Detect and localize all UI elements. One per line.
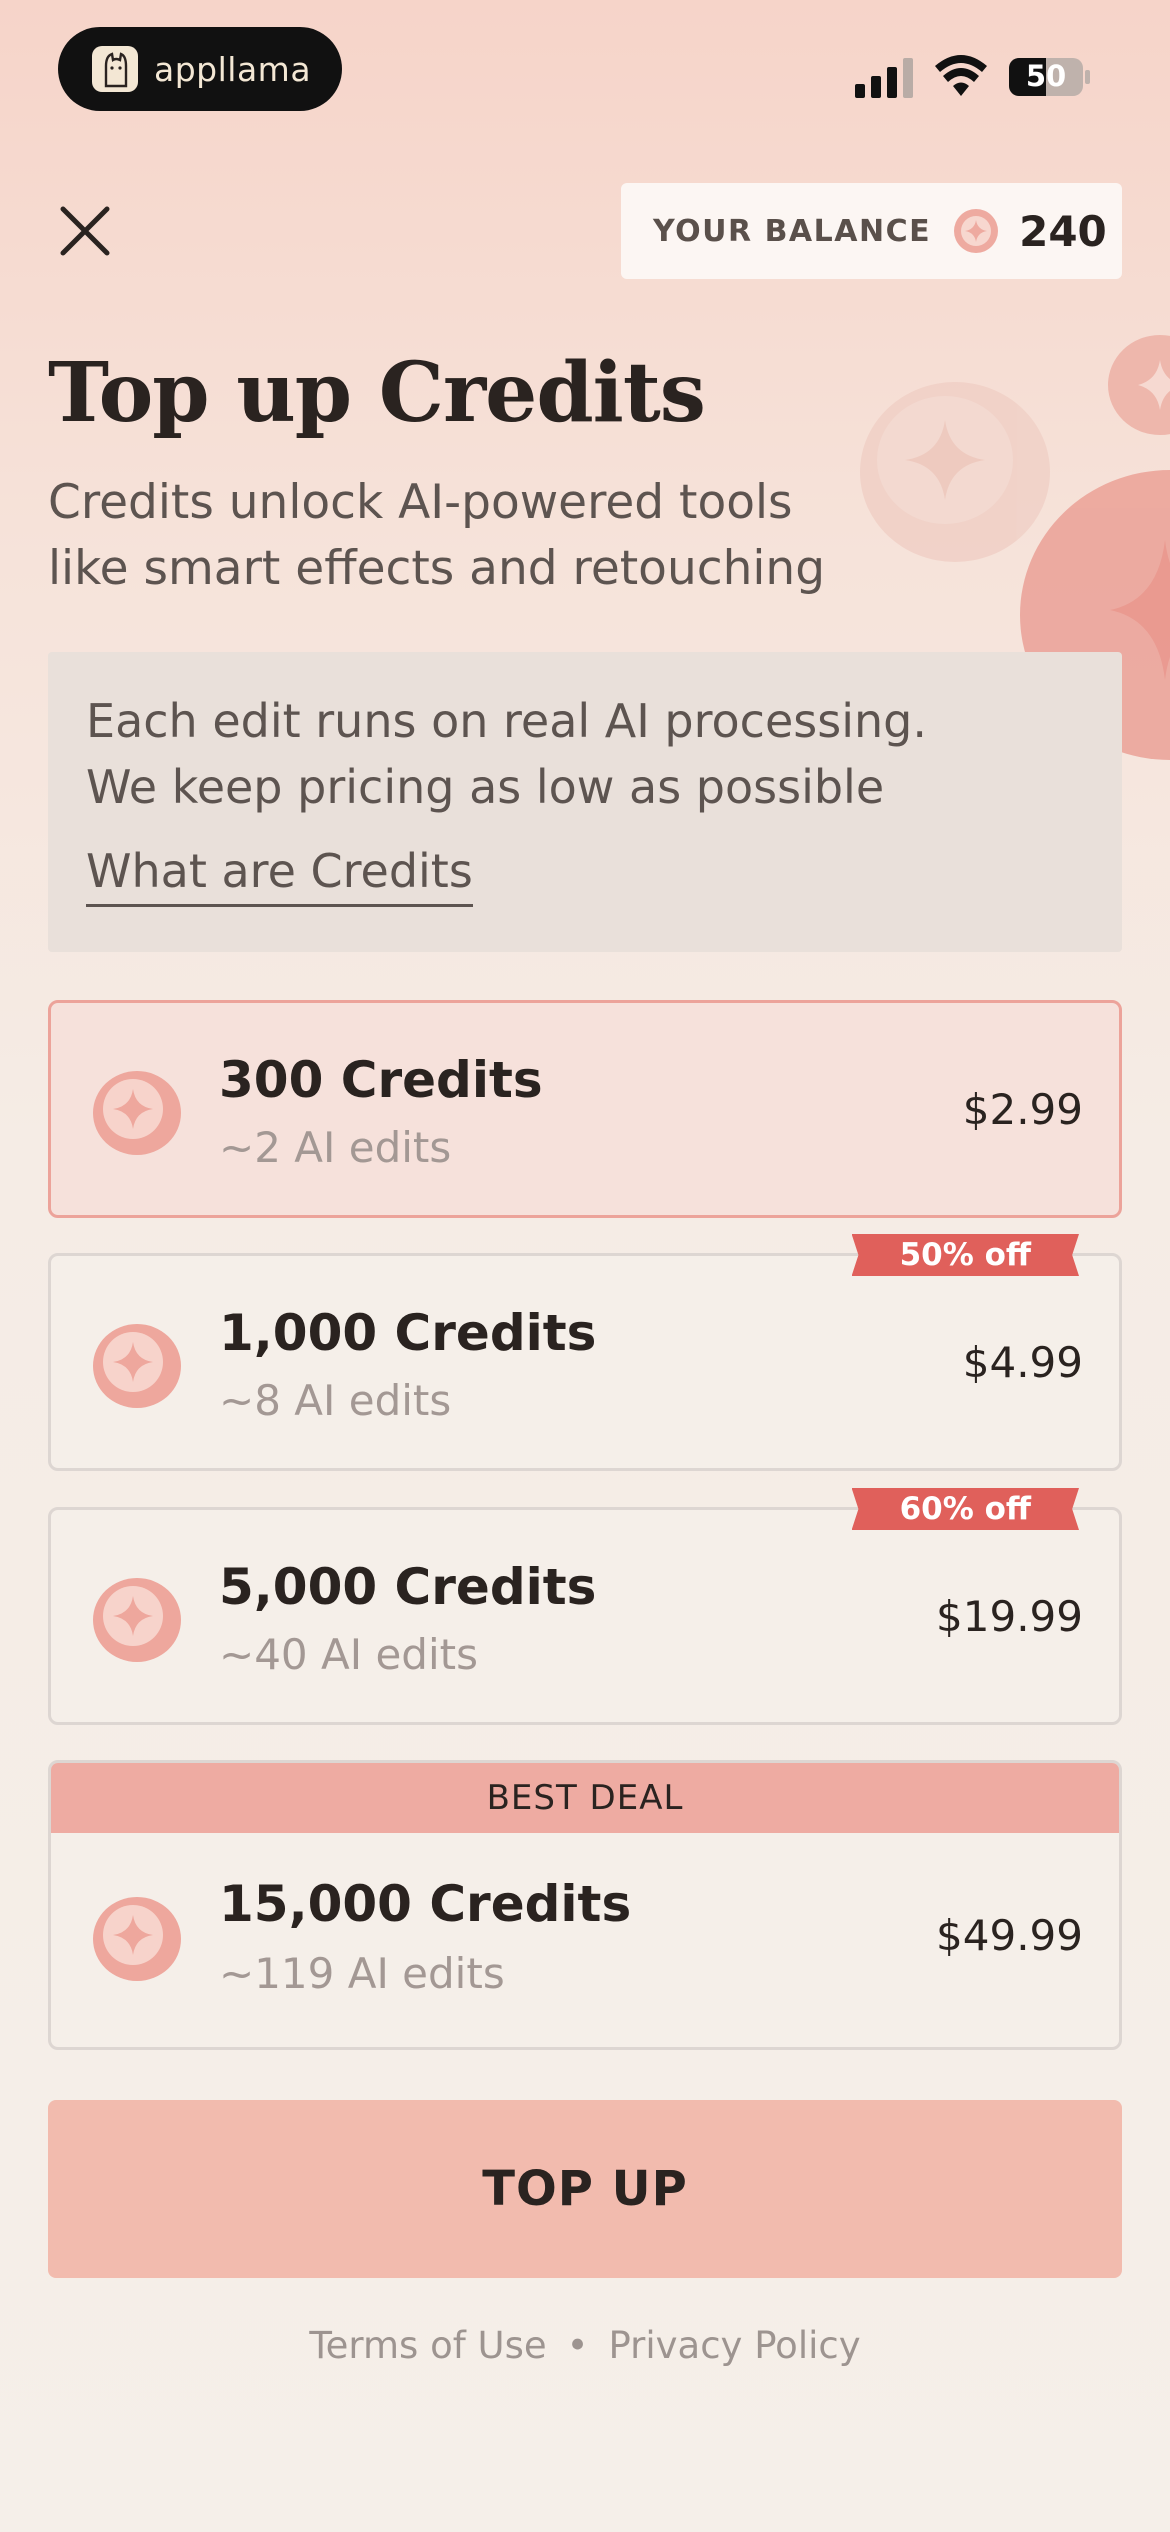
close-button[interactable]: [50, 196, 120, 266]
package-option-300[interactable]: 300 Credits ~2 AI edits $2.99: [48, 1000, 1122, 1218]
package-price: $2.99: [962, 1085, 1083, 1134]
package-name: 300 Credits: [219, 1051, 543, 1109]
package-name: 1,000 Credits: [219, 1304, 597, 1362]
app-name: appllama: [154, 49, 312, 89]
footer-links: Terms of Use • Privacy Policy: [0, 2324, 1170, 2367]
info-box: Each edit runs on real AI processing. We…: [48, 652, 1122, 952]
package-price: $49.99: [936, 1911, 1083, 1960]
package-price: $4.99: [962, 1338, 1083, 1387]
subtitle-line: like smart effects and retouching: [48, 541, 826, 596]
terms-of-use-link[interactable]: Terms of Use: [309, 2324, 546, 2367]
battery-icon: 50: [1008, 57, 1092, 97]
package-price: $19.99: [936, 1592, 1083, 1641]
info-line: Each edit runs on real AI processing.: [86, 694, 927, 748]
credit-coin-icon: [93, 1071, 181, 1155]
app-badge[interactable]: appllama: [58, 27, 342, 111]
package-edits: ~40 AI edits: [219, 1630, 478, 1679]
balance-value: 240: [1019, 206, 1107, 256]
package-edits: ~2 AI edits: [219, 1123, 452, 1172]
credit-coin-icon: [93, 1578, 181, 1662]
page-subtitle: Credits unlock AI-powered tools like sma…: [48, 470, 868, 602]
close-icon: [60, 206, 110, 256]
best-deal-banner: BEST DEAL: [51, 1763, 1119, 1833]
discount-badge: 60% off: [851, 1488, 1079, 1530]
balance-label: YOUR BALANCE: [653, 213, 932, 249]
footer-separator: •: [566, 2324, 589, 2367]
privacy-policy-link[interactable]: Privacy Policy: [608, 2324, 860, 2367]
credit-coin-icon: [93, 1324, 181, 1408]
top-up-button[interactable]: TOP UP: [48, 2100, 1122, 2278]
credit-coin-icon: [954, 209, 999, 253]
battery-percent: 50: [1025, 59, 1067, 93]
balance-indicator: YOUR BALANCE 240: [621, 183, 1122, 279]
package-name: 15,000 Credits: [219, 1875, 632, 1933]
discount-badge: 50% off: [851, 1234, 1079, 1276]
status-bar: appllama 50: [0, 0, 1170, 150]
subtitle-line: Credits unlock AI-powered tools: [48, 475, 793, 530]
package-edits: ~8 AI edits: [219, 1376, 452, 1425]
llama-logo-icon: [92, 46, 138, 92]
package-option-15000[interactable]: BEST DEAL 15,000 Credits ~119 AI edits $…: [48, 1760, 1122, 2050]
info-line: We keep pricing as low as possible: [86, 760, 885, 814]
package-option-5000[interactable]: 60% off 5,000 Credits ~40 AI edits $19.9…: [48, 1488, 1122, 1725]
package-edits: ~119 AI edits: [219, 1949, 505, 1998]
package-option-1000[interactable]: 50% off 1,000 Credits ~8 AI edits $4.99: [48, 1234, 1122, 1471]
what-are-credits-link[interactable]: What are Credits: [86, 844, 473, 907]
cellular-signal-icon: [855, 58, 913, 98]
package-name: 5,000 Credits: [219, 1558, 597, 1616]
credit-coin-icon: [93, 1897, 181, 1981]
page-title: Top up Credits: [48, 345, 706, 441]
wifi-icon: [935, 55, 987, 96]
